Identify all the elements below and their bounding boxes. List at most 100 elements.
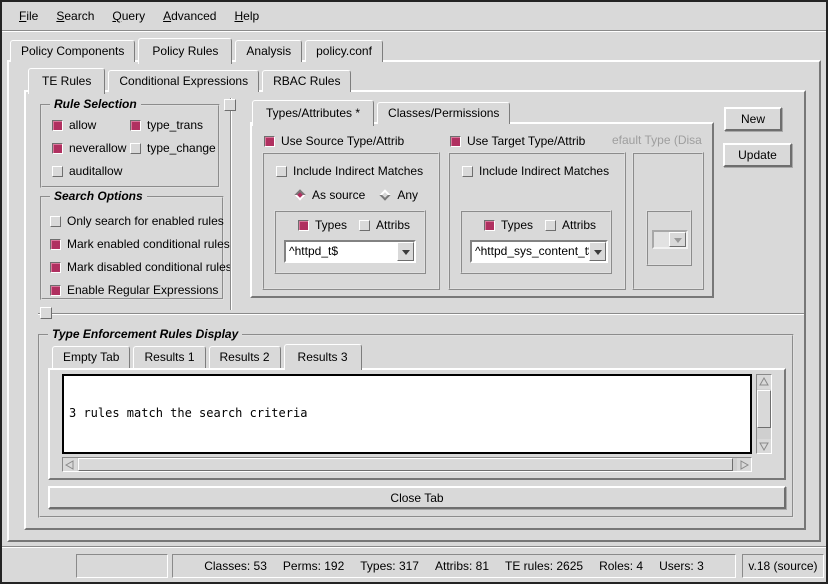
stat-attribs: Attribs: 81 [435,559,489,573]
tab-rbac-rules[interactable]: RBAC Rules [262,70,351,92]
default-type-group [632,152,704,290]
vertical-sash[interactable] [230,98,232,310]
tab-conditional-expressions[interactable]: Conditional Expressions [108,70,259,92]
vertical-sash-grip[interactable] [224,99,236,111]
source-type-combobox[interactable]: ^httpd_t$ [284,240,416,263]
horizontal-scrollbar[interactable] [62,457,752,472]
menu-advanced[interactable]: Advanced [154,5,225,27]
checkbox-source-types[interactable]: Types [298,218,347,232]
checkbox-auditallow[interactable]: auditallow [52,164,130,178]
radio-any[interactable]: Any [379,188,418,202]
checkbox-indicator [484,220,495,231]
checkbox-indicator [450,136,461,147]
results-title: Type Enforcement Rules Display [48,327,242,341]
menubar-separator [2,30,826,32]
tab-policy-conf[interactable]: policy.conf [305,40,383,62]
tab-analysis[interactable]: Analysis [235,40,302,62]
policy-version: v.18 (source) [748,559,817,573]
target-group: Include Indirect Matches Types Attribs ^… [448,152,626,290]
checkbox-indicator [50,216,61,227]
search-options-group: Search Options Only search for enabled r… [40,196,224,300]
target-type-combobox[interactable]: ^httpd_sys_content_t$ [470,240,608,263]
dropdown-arrow-icon[interactable] [397,242,414,261]
checkbox-target-indirect[interactable]: Include Indirect Matches [462,164,609,178]
checkbox-mark-enabled[interactable]: Mark enabled conditional rules [50,237,232,251]
menu-search[interactable]: Search [47,5,103,27]
statusbar-separator [2,546,826,548]
checkbox-indicator [130,120,141,131]
tab-policy-rules[interactable]: Policy Rules [138,38,232,64]
checkbox-target-attribs[interactable]: Attribs [545,218,596,232]
close-tab-button[interactable]: Close Tab [48,486,786,509]
radio-indicator [380,189,391,200]
source-types-box: Types Attribs ^httpd_t$ [274,210,426,274]
menu-help[interactable]: Help [225,5,268,27]
results-content-frame: 3 rules match the search criteria (5822)… [48,368,786,480]
horizontal-sash-grip[interactable] [40,307,52,319]
stat-types: Types: 317 [360,559,419,573]
dropdown-arrow-icon[interactable] [589,242,606,261]
checkbox-indicator [50,285,61,296]
policy-stats: Classes: 53 Perms: 192 Types: 317 Attrib… [204,559,704,573]
rule-selection-title: Rule Selection [50,97,141,111]
scroll-down-icon[interactable] [757,439,771,453]
update-button[interactable]: Update [723,143,792,167]
checkbox-use-target[interactable]: Use Target Type/Attrib [450,134,585,148]
checkbox-regex[interactable]: Enable Regular Expressions [50,283,232,297]
tab-empty[interactable]: Empty Tab [52,346,130,368]
vertical-scroll-thumb[interactable] [757,390,771,428]
scroll-left-icon[interactable] [63,458,77,471]
tab-types-attributes[interactable]: Types/Attributes * [252,100,374,126]
default-type-combobox [652,230,688,249]
tab-policy-components[interactable]: Policy Components [10,40,135,62]
stat-classes: Classes: 53 [204,559,267,573]
vertical-scrollbar[interactable] [756,374,772,454]
stat-users: Users: 3 [659,559,704,573]
horizontal-scroll-thumb[interactable] [78,458,733,471]
tab-results-2[interactable]: Results 2 [209,346,281,368]
tab-te-rules[interactable]: TE Rules [28,68,105,94]
menu-query[interactable]: Query [103,5,154,27]
checkbox-source-attribs[interactable]: Attribs [359,218,410,232]
checkbox-indicator [52,166,63,177]
stat-roles: Roles: 4 [599,559,643,573]
results-tab-bar: Empty Tab Results 1 Results 2 Results 3 [52,346,365,368]
checkbox-target-types[interactable]: Types [484,218,533,232]
source-group: Include Indirect Matches As source Any T… [262,152,440,290]
scroll-right-icon[interactable] [737,458,751,471]
tab-results-1[interactable]: Results 1 [133,346,205,368]
new-button[interactable]: New [724,107,782,131]
checkbox-type-change[interactable]: type_change [130,141,216,155]
checkbox-indicator [359,220,370,231]
types-attributes-frame: Use Source Type/Attrib Include Indirect … [250,122,714,298]
tab-classes-permissions[interactable]: Classes/Permissions [377,102,510,124]
radio-indicator [294,189,305,200]
checkbox-use-source[interactable]: Use Source Type/Attrib [264,134,404,148]
checkbox-indicator [276,166,287,177]
checkbox-only-enabled[interactable]: Only search for enabled rules [50,214,232,228]
scroll-up-icon[interactable] [757,375,771,389]
radio-as-source[interactable]: As source [294,188,365,202]
results-group: Type Enforcement Rules Display Empty Tab… [38,334,794,518]
horizontal-sash[interactable] [38,313,804,315]
checkbox-type-trans[interactable]: type_trans [130,118,216,132]
menu-file[interactable]: File [10,5,47,27]
checkbox-indicator [50,262,61,273]
checkbox-allow[interactable]: allow [52,118,130,132]
results-textarea[interactable]: 3 rules match the search criteria (5822)… [62,374,752,454]
checkbox-indicator [545,220,556,231]
default-type-box [646,210,692,266]
search-options-title: Search Options [50,189,147,203]
menu-bar: File Search Query Advanced Help [2,2,826,30]
tab-results-3[interactable]: Results 3 [284,344,362,370]
apol-window: File Search Query Advanced Help Policy C… [0,0,828,584]
stat-te-rules: TE rules: 2625 [505,559,583,573]
checkbox-source-indirect[interactable]: Include Indirect Matches [276,164,423,178]
main-tab-bar: Policy Components Policy Rules Analysis … [10,38,386,62]
status-progress-box [76,554,168,578]
checkbox-mark-disabled[interactable]: Mark disabled conditional rules [50,260,232,274]
checkbox-neverallow[interactable]: neverallow [52,141,130,155]
checkbox-indicator [462,166,473,177]
target-types-box: Types Attribs ^httpd_sys_content_t$ [460,210,612,274]
status-stats-box: Classes: 53 Perms: 192 Types: 317 Attrib… [172,554,736,578]
